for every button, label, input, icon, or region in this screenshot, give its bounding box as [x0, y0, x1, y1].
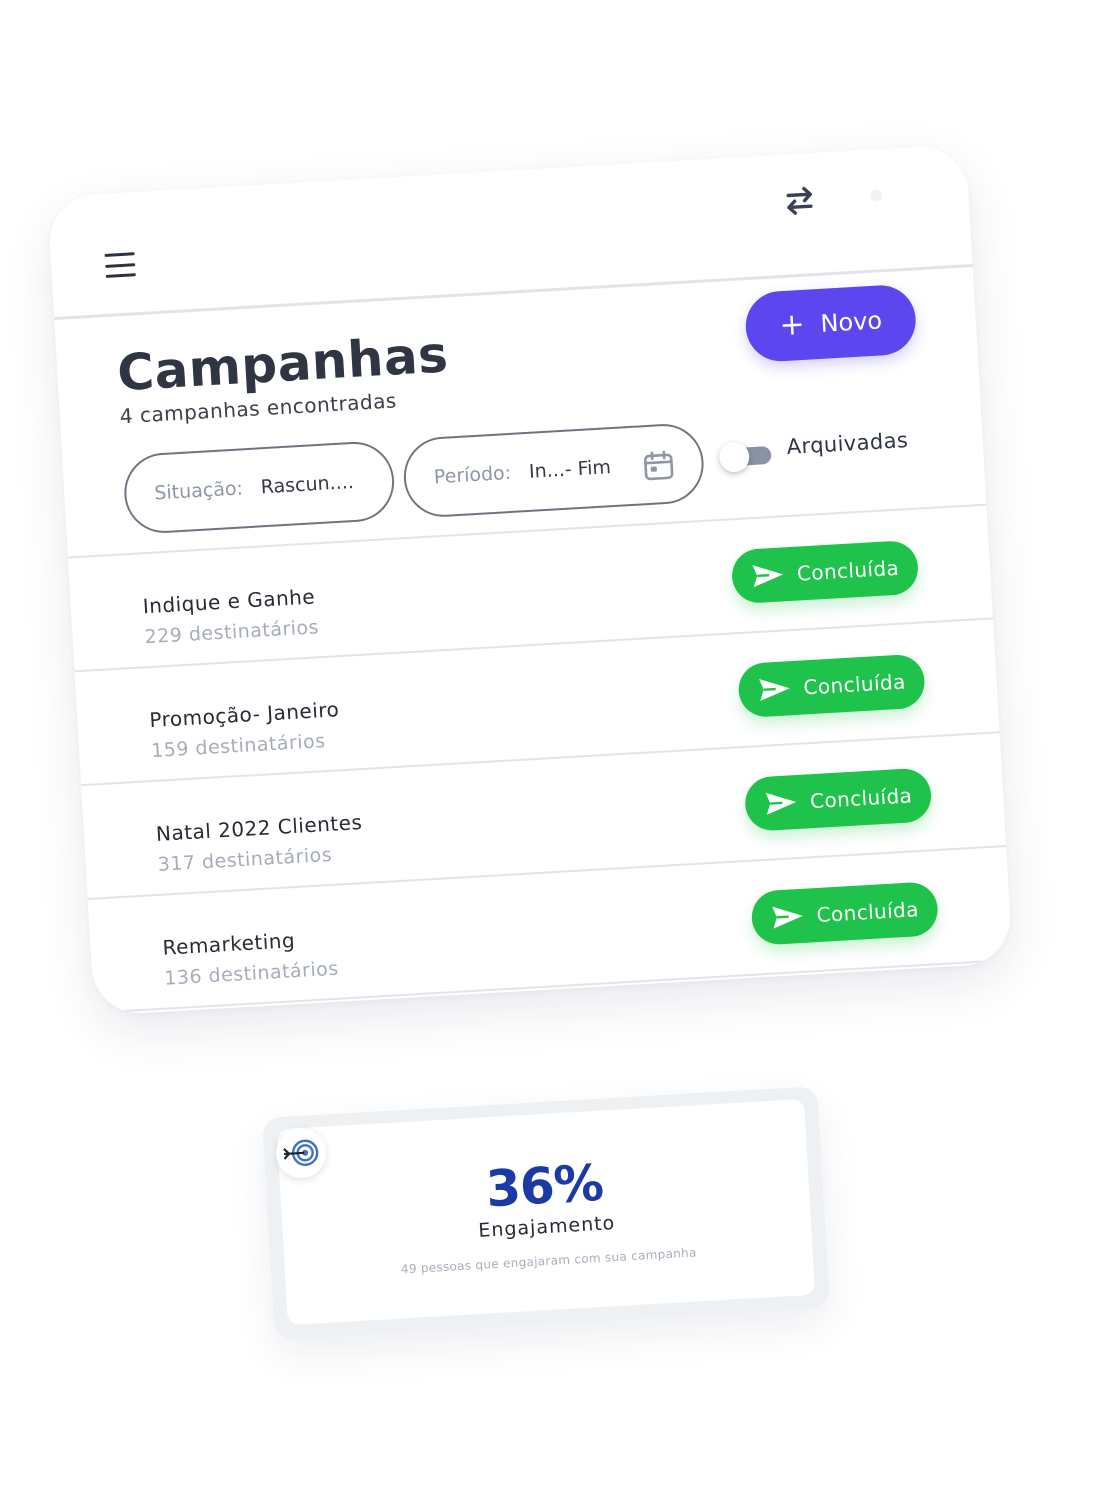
send-icon [765, 792, 797, 815]
hamburger-menu-icon[interactable] [104, 252, 136, 278]
archived-toggle-knob [718, 441, 751, 473]
new-campaign-label: Novo [819, 306, 883, 338]
situation-filter-value: Rascun.... [260, 471, 355, 499]
send-icon [758, 678, 790, 701]
campaign-status-button[interactable]: Concluída [730, 539, 920, 605]
send-icon [772, 906, 803, 929]
status-dot [870, 189, 883, 202]
period-filter-value: In...- Fim [528, 456, 612, 483]
archived-label: Arquivadas [786, 428, 909, 459]
campaign-recipient-count: 136 destinatários [163, 957, 340, 990]
campaign-status-button[interactable]: Concluída [750, 881, 940, 946]
campaign-name: Indique e Ganhe [142, 584, 316, 619]
campaign-recipient-count: 159 destinatários [150, 730, 327, 763]
campaign-name: Remarketing [161, 928, 296, 960]
situation-filter[interactable]: Situação: Rascun.... [122, 439, 397, 536]
engagement-card-body: 36% Engajamento 49 pessoas que engajaram… [274, 1098, 816, 1326]
campaign-status-label: Concluída [815, 897, 920, 928]
campaign-recipient-count: 229 destinatários [144, 616, 320, 649]
period-filter-label: Período: [433, 461, 512, 489]
campaigns-app-card: Campanhas 4 campanhas encontradas + Novo… [47, 144, 1013, 1016]
campaign-list: Indique e Ganhe 229 destinatários Conclu… [67, 503, 1013, 1014]
campaign-name: Promoção- Janeiro [148, 697, 340, 733]
situation-filter-label: Situação: [153, 477, 244, 505]
send-icon [752, 565, 783, 588]
target-icon [283, 1139, 319, 1166]
campaign-status-button[interactable]: Concluída [737, 653, 926, 719]
campaign-status-label: Concluída [802, 669, 907, 700]
page-header: Campanhas 4 campanhas encontradas [116, 324, 452, 429]
stage: Campanhas 4 campanhas encontradas + Novo… [0, 0, 1096, 1500]
campaign-name: Natal 2022 Clientes [155, 810, 363, 846]
plus-icon: + [778, 306, 806, 344]
archived-toggle[interactable] [718, 440, 772, 473]
period-filter[interactable]: Período: In...- Fim [401, 421, 706, 520]
swap-arrows-icon[interactable] [780, 181, 820, 221]
engagement-card: 36% Engajamento 49 pessoas que engajaram… [262, 1086, 830, 1340]
campaign-status-label: Concluída [796, 555, 900, 586]
campaign-recipient-count: 317 destinatários [157, 843, 333, 876]
campaign-status-button[interactable]: Concluída [743, 767, 933, 832]
campaign-status-label: Concluída [809, 783, 913, 814]
calendar-icon[interactable] [643, 450, 675, 482]
new-campaign-button[interactable]: + Novo [743, 283, 918, 364]
